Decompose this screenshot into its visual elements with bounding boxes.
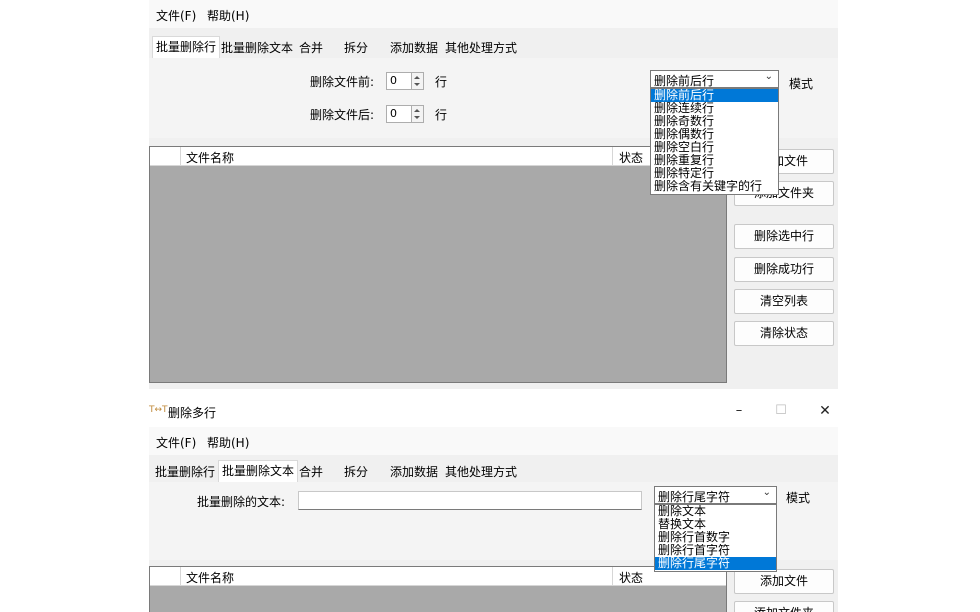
menubar: 文件(F) 帮助(H) (149, 0, 838, 28)
chevron-down-icon[interactable]: ⌄ (763, 487, 771, 498)
mode-option[interactable]: 删除连续行 (651, 102, 778, 115)
spinner-arrows[interactable] (411, 73, 423, 89)
batch-delete-text-label: 批量删除的文本: (197, 495, 286, 509)
mode-combobox[interactable]: 删除前后行 ⌄ (650, 70, 779, 88)
mode-option[interactable]: 删除重复行 (651, 154, 778, 167)
mode-label: 模式 (789, 77, 814, 91)
delete-before-spinner[interactable]: 0 (386, 72, 424, 90)
delete-after-value: 0 (390, 107, 397, 120)
clear-list-button[interactable]: 清空列表 (734, 289, 834, 314)
mode-dropdown-list: 删除前后行 删除连续行 删除奇数行 删除偶数行 删除空白行 删除重复行 删除特定… (650, 88, 779, 195)
column-divider (180, 567, 181, 585)
mode-option[interactable]: 删除前后行 (651, 89, 778, 102)
window-title: 删除多行 (168, 406, 217, 420)
mode-option[interactable]: 删除奇数行 (651, 115, 778, 128)
file-list[interactable]: 文件名称 状态 (149, 566, 727, 612)
delete-success-rows-button[interactable]: 删除成功行 (734, 257, 834, 282)
tab-split[interactable]: 拆分 (341, 38, 371, 58)
file-list[interactable]: 文件名称 状态 (149, 146, 727, 383)
tab-merge[interactable]: 合并 (296, 462, 326, 482)
mode-dropdown-list: 删除文本 替换文本 删除行首数字 删除行首字符 删除行尾字符 (654, 504, 777, 572)
add-file-button[interactable]: 添加文件 (734, 569, 834, 594)
menu-file[interactable]: 文件(F) (156, 434, 196, 451)
window-titlebar: T↔T 删除多行 – ☐ ✕ (149, 398, 838, 427)
tab-batch-delete-text[interactable]: 批量删除文本 (218, 460, 299, 483)
column-file-name[interactable]: 文件名称 (186, 569, 234, 586)
file-list-header: 文件名称 状态 (150, 147, 726, 166)
mode-option[interactable]: 删除行首字符 (655, 544, 776, 557)
file-list-header: 文件名称 状态 (150, 567, 726, 586)
tab-batch-delete-lines[interactable]: 批量删除行 (152, 462, 218, 482)
mode-option[interactable]: 删除空白行 (651, 141, 778, 154)
mode-option[interactable]: 替换文本 (655, 518, 776, 531)
mode-option[interactable]: 删除行尾字符 (655, 557, 776, 570)
mode-option[interactable]: 删除偶数行 (651, 128, 778, 141)
mode-combobox-value: 删除前后行 (654, 74, 715, 88)
delete-before-unit: 行 (435, 75, 448, 89)
mode-label: 模式 (786, 491, 811, 505)
delete-after-unit: 行 (435, 108, 448, 122)
tab-merge[interactable]: 合并 (296, 38, 326, 58)
bottom-window: 文件(F) 帮助(H) 批量删除行 批量删除文本 合并 拆分 添加数据 其他处理… (149, 427, 838, 612)
tab-add-data[interactable]: 添加数据 (387, 462, 441, 482)
tab-other-methods[interactable]: 其他处理方式 (442, 38, 520, 58)
tab-batch-delete-text[interactable]: 批量删除文本 (218, 38, 296, 58)
app-icon: T↔T (149, 405, 168, 415)
menubar: 文件(F) 帮助(H) (149, 427, 838, 455)
delete-selected-rows-button[interactable]: 删除选中行 (734, 224, 834, 249)
tab-batch-delete-lines[interactable]: 批量删除行 (152, 36, 221, 59)
tab-strip: 批量删除行 批量删除文本 合并 拆分 添加数据 其他处理方式 (149, 460, 838, 483)
mode-option[interactable]: 删除文本 (655, 505, 776, 518)
column-status[interactable]: 状态 (619, 569, 643, 586)
mode-option[interactable]: 删除行首数字 (655, 531, 776, 544)
column-divider (180, 147, 181, 165)
tab-split[interactable]: 拆分 (341, 462, 371, 482)
menu-help[interactable]: 帮助(H) (207, 434, 249, 451)
delete-after-label: 删除文件后: (310, 108, 375, 122)
delete-before-value: 0 (390, 74, 397, 87)
spinner-arrows[interactable] (411, 106, 423, 122)
mode-option[interactable]: 删除特定行 (651, 167, 778, 180)
mode-option[interactable]: 删除含有关键字的行 (651, 180, 778, 193)
column-file-name[interactable]: 文件名称 (186, 149, 234, 166)
menu-help[interactable]: 帮助(H) (207, 7, 249, 24)
chevron-down-icon[interactable]: ⌄ (765, 71, 773, 82)
delete-after-spinner[interactable]: 0 (386, 105, 424, 123)
tab-other-methods[interactable]: 其他处理方式 (442, 462, 520, 482)
top-window: 文件(F) 帮助(H) 批量删除行 批量删除文本 合并 拆分 添加数据 其他处理… (149, 0, 838, 389)
mode-combobox[interactable]: 删除行尾字符 ⌄ (654, 486, 777, 504)
tab-add-data[interactable]: 添加数据 (387, 38, 441, 58)
tab-strip: 批量删除行 批量删除文本 合并 拆分 添加数据 其他处理方式 (149, 36, 838, 59)
column-divider (612, 567, 613, 585)
clear-status-button[interactable]: 清除状态 (734, 321, 834, 346)
mode-combobox-value: 删除行尾字符 (658, 490, 731, 504)
batch-delete-text-input[interactable] (298, 491, 642, 510)
menu-file[interactable]: 文件(F) (156, 7, 196, 24)
delete-before-label: 删除文件前: (310, 75, 375, 89)
minimize-icon[interactable]: – (729, 403, 749, 418)
maximize-icon[interactable]: ☐ (771, 403, 791, 418)
add-folder-button[interactable]: 添加文件夹 (734, 601, 834, 612)
close-icon[interactable]: ✕ (815, 403, 835, 419)
column-status[interactable]: 状态 (619, 149, 643, 166)
column-divider (612, 147, 613, 165)
